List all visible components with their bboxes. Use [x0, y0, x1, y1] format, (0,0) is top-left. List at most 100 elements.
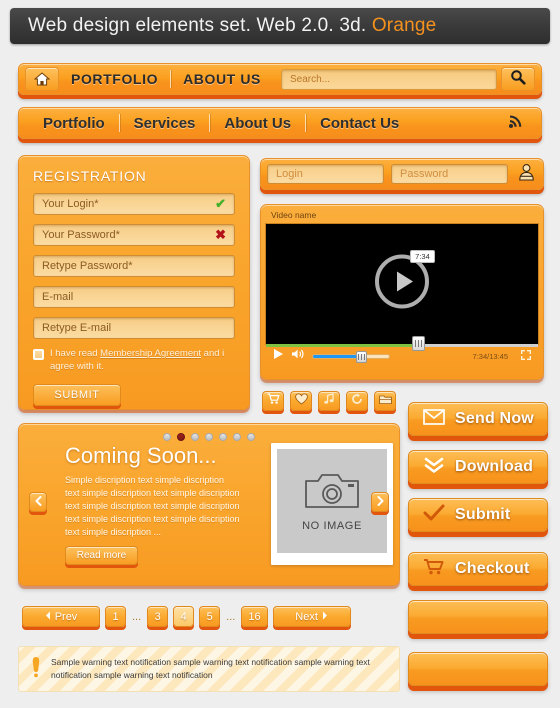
warning-notification: Sample warning text notification sample …	[18, 646, 400, 692]
topnav-link-portfolio[interactable]: PORTFOLIO	[59, 71, 170, 87]
password-input[interactable]: Password	[391, 164, 508, 184]
checkout-label: Checkout	[455, 560, 530, 577]
fullscreen-icon[interactable]	[521, 347, 531, 365]
registration-field-email[interactable]: E-mail	[33, 286, 235, 308]
field-label: Retype Password*	[42, 260, 133, 272]
search-placeholder: Search...	[289, 73, 331, 85]
checkout-button[interactable]: Checkout	[408, 552, 548, 586]
music-icon-button[interactable]	[318, 391, 340, 411]
field-label: Your Password*	[42, 229, 120, 241]
pagination-ellipsis: ...	[226, 610, 236, 623]
nav-link-about-us[interactable]: About Us	[210, 115, 305, 132]
slider-dot[interactable]	[191, 433, 199, 441]
slider-description: Simple discription text simple discripti…	[65, 475, 240, 538]
video-progress-bar[interactable]	[266, 344, 538, 347]
pagination-prev-button[interactable]: Prev	[22, 606, 100, 627]
agreement-text-pre: I have read	[50, 348, 101, 359]
home-button[interactable]	[25, 67, 59, 91]
rss-button[interactable]	[507, 112, 525, 135]
registration-field-password[interactable]: Your Password* ✖	[33, 224, 235, 246]
heart-icon	[294, 392, 308, 410]
registration-panel: REGISTRATION Your Login* ✔ Your Password…	[18, 155, 250, 410]
topnav-link-about-us[interactable]: ABOUT US	[171, 71, 273, 87]
slider-heading: Coming Soon...	[65, 443, 217, 468]
volume-slider[interactable]	[312, 350, 390, 363]
registration-submit-button[interactable]: SUBMIT	[33, 383, 121, 406]
login-input[interactable]: Login	[267, 164, 384, 184]
video-player: Video name 7:34 7:34/13:45	[260, 204, 544, 380]
user-account-button[interactable]	[515, 163, 537, 186]
envelope-icon	[423, 408, 445, 430]
video-progress-fill	[266, 344, 419, 347]
pagination-page-4-active[interactable]: 4	[173, 606, 195, 627]
slider-dots	[19, 424, 399, 441]
pagination-page-5[interactable]: 5	[199, 606, 221, 627]
field-label: Your Login*	[42, 198, 99, 210]
speaker-icon[interactable]	[291, 347, 305, 365]
password-placeholder: Password	[400, 168, 449, 180]
volume-fill	[313, 354, 361, 358]
membership-agreement-link[interactable]: Membership Agreement	[100, 348, 201, 359]
blank-button-2[interactable]	[408, 652, 548, 686]
nav-link-contact-us[interactable]: Contact Us	[306, 115, 413, 132]
send-now-label: Send Now	[455, 410, 534, 427]
rss-icon	[507, 115, 525, 134]
heart-icon-button[interactable]	[290, 391, 312, 411]
search-button[interactable]	[501, 67, 535, 91]
slider-next-button[interactable]	[371, 492, 389, 512]
chevron-left-icon	[45, 611, 51, 623]
main-navigation-bar: Portfolio Services About Us Contact Us	[18, 107, 542, 139]
chevron-right-icon	[322, 611, 328, 623]
registration-field-retype-email[interactable]: Retype E-mail	[33, 317, 235, 339]
search-input[interactable]: Search...	[280, 68, 497, 90]
field-label: E-mail	[42, 291, 74, 303]
slider-dot[interactable]	[247, 433, 255, 441]
cart-icon-button[interactable]	[262, 391, 284, 411]
agreement-checkbox[interactable]	[33, 349, 44, 360]
registration-field-retype-password[interactable]: Retype Password*	[33, 255, 235, 277]
refresh-icon-button[interactable]	[346, 391, 368, 411]
field-label: Retype E-mail	[42, 322, 112, 334]
nav-link-services[interactable]: Services	[120, 115, 210, 132]
warning-text: Sample warning text notification sample …	[51, 657, 370, 680]
video-scrub-handle[interactable]	[411, 336, 425, 351]
content-slider: Coming Soon... Simple discription text s…	[18, 423, 400, 586]
blank-button-1[interactable]	[408, 600, 548, 634]
download-button[interactable]: Download	[408, 450, 548, 484]
top-navigation-bar: PORTFOLIO ABOUT US Search...	[18, 63, 542, 95]
chevron-right-icon	[377, 493, 384, 511]
slider-dot[interactable]	[219, 433, 227, 441]
video-controls: 7:34/13:45	[265, 345, 539, 367]
slider-dot[interactable]	[205, 433, 213, 441]
nav-link-portfolio[interactable]: Portfolio	[29, 115, 119, 132]
folder-icon-button[interactable]	[374, 391, 396, 411]
pagination-page-16[interactable]: 16	[241, 606, 268, 627]
slider-dot-active[interactable]	[177, 433, 185, 441]
pagination-page-3[interactable]: 3	[147, 606, 169, 627]
volume-knob[interactable]	[356, 350, 368, 363]
video-screen[interactable]: 7:34	[265, 223, 539, 351]
read-more-button[interactable]: Read more	[65, 546, 138, 566]
cart-icon	[423, 558, 445, 581]
registration-field-login[interactable]: Your Login* ✔	[33, 193, 235, 215]
agreement-text: I have read Membership Agreement and i a…	[50, 348, 235, 374]
double-chevron-down-icon	[423, 456, 445, 479]
pagination-page-1[interactable]: 1	[105, 606, 126, 627]
music-note-icon	[323, 392, 335, 410]
cart-icon	[267, 392, 280, 410]
camera-icon	[304, 471, 360, 516]
chevron-left-icon	[35, 493, 42, 511]
slider-dot[interactable]	[233, 433, 241, 441]
agreement-row: I have read Membership Agreement and i a…	[33, 348, 235, 374]
pagination-ellipsis: ...	[132, 610, 142, 623]
play-icon[interactable]	[273, 347, 284, 365]
slider-dot[interactable]	[163, 433, 171, 441]
send-now-button[interactable]: Send Now	[408, 402, 548, 436]
registration-title: REGISTRATION	[33, 168, 147, 184]
submit-button[interactable]: Submit	[408, 498, 548, 532]
slider-prev-button[interactable]	[29, 492, 47, 512]
refresh-icon	[351, 392, 363, 410]
pagination-next-button[interactable]: Next	[272, 606, 351, 627]
home-icon	[34, 72, 50, 86]
user-icon	[518, 163, 535, 186]
